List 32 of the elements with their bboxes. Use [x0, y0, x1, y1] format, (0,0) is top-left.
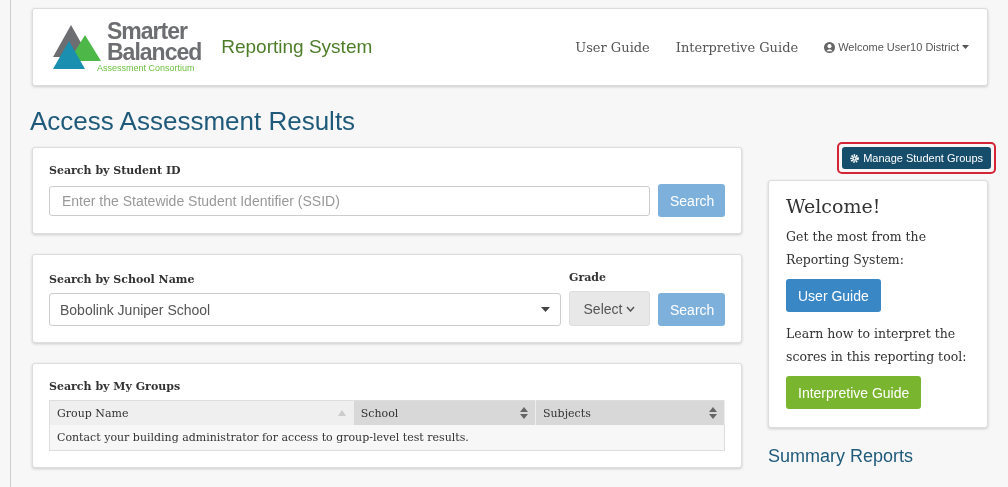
user-icon	[824, 41, 836, 53]
logo-tagline: Assessment Consortium	[97, 63, 196, 73]
page-title: Access Assessment Results	[30, 106, 357, 137]
welcome-title: Welcome!	[786, 195, 882, 217]
user-menu[interactable]: Welcome User10 District	[838, 41, 959, 53]
logo-text: Smarter	[107, 21, 188, 42]
logo-text: Balanced	[107, 42, 202, 63]
empty-message: Contact your building administrator for access to group-level test results.	[49, 425, 725, 451]
student-id-field[interactable]: Enter the Statewide Student Identifier (SSID)	[49, 185, 650, 216]
field-label: Grade	[569, 271, 607, 284]
chevron-down-icon	[626, 305, 636, 312]
app-title: Reporting System	[221, 36, 373, 58]
column-header[interactable]: Group Name	[49, 400, 354, 425]
grade-select[interactable]: Select	[569, 291, 650, 326]
caret-icon	[541, 307, 550, 312]
nav-link[interactable]: User Guide	[575, 39, 650, 55]
school-select[interactable]: Bobolink Juniper School	[49, 293, 561, 326]
caret-icon[interactable]	[962, 45, 969, 49]
column-header[interactable]: School	[353, 400, 536, 425]
welcome-text: Learn how to interpret the scores in this reporting tool:	[786, 325, 968, 366]
field-label: Search by Student ID	[49, 164, 182, 177]
nav-link[interactable]: Interpretive Guide	[675, 39, 799, 55]
field-label: Search by My Groups	[49, 380, 182, 393]
field-label: Search by School Name	[49, 273, 196, 286]
sort-icon[interactable]	[520, 407, 528, 419]
sort-icon[interactable]	[709, 407, 717, 419]
section-title: Summary Reports	[768, 446, 915, 467]
user-guide-button[interactable]: User Guide	[786, 279, 881, 312]
column-header[interactable]: Subjects	[535, 400, 725, 425]
gear-icon	[850, 153, 860, 163]
manage-groups-button[interactable]: Manage Student Groups	[842, 147, 991, 169]
welcome-text: Get the most from the Reporting System:	[786, 228, 928, 269]
